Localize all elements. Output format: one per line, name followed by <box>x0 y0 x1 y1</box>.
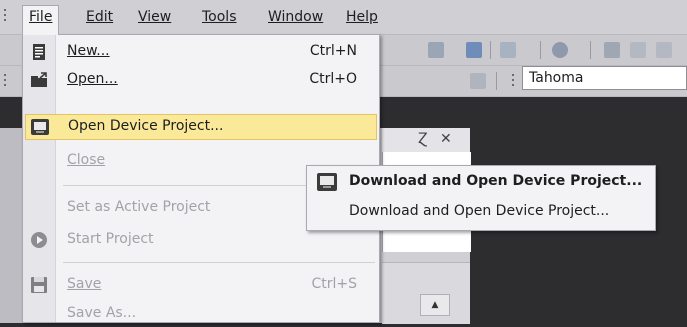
menu-item-label: Start Project <box>67 231 154 247</box>
panel-left-strip <box>0 128 22 323</box>
close-icon[interactable]: ✕ <box>440 131 452 147</box>
menu-edit-label: Edit <box>86 9 114 25</box>
device-project-icon <box>317 173 337 191</box>
pin-icon[interactable]: Ɀ <box>418 131 428 147</box>
menu-file[interactable]: File <box>22 5 60 35</box>
menubar-grip[interactable] <box>4 9 7 24</box>
menu-item-shortcut: Ctrl+N <box>309 43 357 59</box>
screen-icon[interactable] <box>500 42 516 58</box>
menu-tools-label: Tools <box>202 9 237 25</box>
menu-view-label: View <box>138 9 172 25</box>
menu-item-label: Open Device Project... <box>68 118 224 134</box>
menu-item-shortcut: Ctrl+S <box>311 276 357 292</box>
toolbar-separator <box>590 41 591 59</box>
submenu-item-label: Download and Open Device Project... <box>349 173 643 189</box>
menu-window-label: Window <box>268 9 324 25</box>
menu-item-label: Open... <box>67 71 118 87</box>
menu-item-shortcut: Ctrl+O <box>309 71 357 87</box>
add-screen-icon[interactable] <box>466 42 482 58</box>
settings-icon[interactable] <box>604 42 620 58</box>
menu-item-label: Save As... <box>67 305 137 321</box>
toolbar-grip[interactable] <box>4 74 7 89</box>
menu-item-open[interactable]: Open... Ctrl+O <box>23 67 379 93</box>
device-project-icon <box>31 119 49 135</box>
play-icon <box>31 232 47 248</box>
format-icon[interactable] <box>470 73 486 89</box>
menu-item-label: Save <box>67 276 102 292</box>
font-name-combo[interactable]: Tahoma <box>522 66 687 90</box>
menu-file-label: File <box>29 9 53 25</box>
menu-separator <box>63 262 375 263</box>
menu-item-label: Set as Active Project <box>67 199 211 215</box>
menu-tools[interactable]: Tools <box>196 6 243 28</box>
undo-icon[interactable] <box>428 42 444 58</box>
panel-header: Ɀ ✕ <box>382 128 470 153</box>
open-device-project-submenu: Download and Open Device Project... Down… <box>306 165 656 231</box>
menu-item-save[interactable]: Save Ctrl+S <box>23 272 379 298</box>
submenu-item-label: Download and Open Device Project... <box>349 203 610 219</box>
menu-item-open-device-project[interactable]: Open Device Project... <box>25 114 377 140</box>
toolbar-separator <box>496 72 497 90</box>
menu-item-label: Close <box>67 152 106 168</box>
menu-item-label: New... <box>67 43 110 59</box>
toolbar-separator <box>490 41 491 59</box>
save-icon <box>31 277 47 293</box>
open-folder-icon <box>31 72 47 87</box>
menu-help-label: Help <box>346 9 378 25</box>
new-document-icon <box>33 44 45 60</box>
submenu-item-download-open-primary[interactable]: Download and Open Device Project... <box>309 168 653 196</box>
toolbar-separator <box>540 41 541 59</box>
device-icon[interactable] <box>630 42 646 58</box>
menu-help[interactable]: Help <box>340 6 384 28</box>
menu-item-new[interactable]: New... Ctrl+N <box>23 39 379 65</box>
tool-icon[interactable] <box>656 42 672 58</box>
submenu-item-download-open-secondary[interactable]: Download and Open Device Project... <box>309 198 653 226</box>
toolbar-grip[interactable] <box>512 74 515 89</box>
connect-icon[interactable] <box>552 42 568 58</box>
chevron-up-icon: ▲ <box>431 300 439 310</box>
menu-bar: File Edit View Tools Window Help <box>0 0 687 35</box>
scroll-up-button[interactable]: ▲ <box>420 294 450 316</box>
menu-view[interactable]: View <box>132 6 177 28</box>
menu-item-save-as[interactable]: Save As... <box>23 301 379 327</box>
menu-edit[interactable]: Edit <box>80 6 119 28</box>
menu-window[interactable]: Window <box>262 6 329 28</box>
font-name-value: Tahoma <box>529 70 584 86</box>
